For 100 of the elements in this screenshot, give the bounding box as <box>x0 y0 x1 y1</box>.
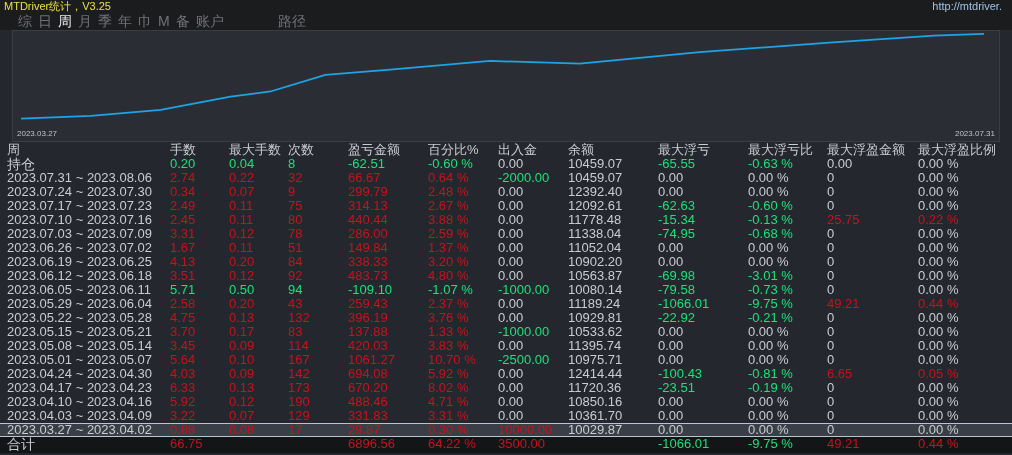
table-cell-text: -0.73 % <box>748 283 794 297</box>
table-cell-text: 10975.71 <box>568 353 624 367</box>
table-cell-text: 0.64 % <box>428 171 470 185</box>
table-cell-text: 0.00 % <box>748 353 790 367</box>
table-cell-text: 2023.07.10 ~ 2023.07.16 <box>7 213 153 227</box>
table-cell-text: -1.07 % <box>428 283 474 297</box>
table-cell-text: 114 <box>288 339 310 353</box>
table-cell-text: 4.13 <box>170 255 197 269</box>
table-cell-text: 0.00 % <box>748 395 790 409</box>
table-cell-text: 0.00 % <box>918 339 960 353</box>
table-cell-text: 3.88 % <box>428 213 470 227</box>
table-cell-text: 49.21 <box>827 297 861 311</box>
table-cell-text: -2000.00 <box>498 171 551 185</box>
table-cell-text: 2.45 <box>170 213 197 227</box>
tab[interactable]: 年 <box>118 13 132 30</box>
table-row[interactable]: 2023.06.12 ~ 2023.06.18 3.51 0.12 92 483.73 4.80 % 0.00 10563.87 -69.98 -3.01 % 0 0.00 % <box>0 269 1012 283</box>
table-cell-text: 2.59 % <box>428 227 470 241</box>
table-cell-text: 0 <box>827 395 836 409</box>
table-cell-text: 3.31 % <box>428 409 470 423</box>
selected-row[interactable]: 2023.03.27 ~ 2023.04.02 0.88 0.08 17 29.87 0.30 % 10000.00 10029.87 0.00 0.00 % 0 0.00 % <box>0 423 1012 437</box>
table-row[interactable]: 2023.05.22 ~ 2023.05.28 4.75 0.13 132 396.19 3.76 % 0.00 10929.81 -22.92 -0.21 % 0 0.00 % <box>0 311 1012 325</box>
table-cell-text: 0 <box>827 171 836 185</box>
axis-label: 2023.03.27 <box>17 129 58 138</box>
table-cell-text: 0.12 <box>229 269 256 283</box>
table-row[interactable]: 2023.07.31 ~ 2023.08.06 2.74 0.22 32 66.67 0.64 % -2000.00 10459.07 0.00 0.00 % 0 0.00 % <box>0 171 1012 185</box>
table-cell-text: 2023.04.24 ~ 2023.04.30 <box>7 367 153 381</box>
tab[interactable]: 综 <box>18 13 32 30</box>
table-cell-text: 5.92 % <box>428 367 470 381</box>
table-cell-text: -0.81 % <box>748 367 794 381</box>
column-header: 次数 <box>288 143 315 157</box>
table-cell-text: 0.00 % <box>918 269 960 283</box>
table-cell-text: 0.10 <box>229 353 256 367</box>
table-row[interactable]: 2023.04.03 ~ 2023.04.09 3.22 0.07 129 331.83 3.31 % 0.00 10361.70 0.00 0.00 % 0 0.00 % <box>0 409 1012 423</box>
table-row[interactable]: 2023.04.10 ~ 2023.04.16 5.92 0.12 190 488.46 4.71 % 0.00 10850.16 0.00 0.00 % 0 0.00 % <box>0 395 1012 409</box>
table-cell-text: -69.98 <box>658 269 696 283</box>
table-cell-text: -109.10 <box>348 283 394 297</box>
tab[interactable]: 季 <box>98 13 112 30</box>
tab[interactable]: 月 <box>78 13 92 30</box>
table-cell-text: 3.51 <box>170 269 197 283</box>
table-cell-text: 持仓 <box>7 157 36 171</box>
table-row[interactable]: 2023.05.15 ~ 2023.05.21 3.70 0.17 83 137.88 1.33 % -1000.00 10533.62 0.00 0.00 % 0 0.00 % <box>0 325 1012 339</box>
table-cell-text: -0.63 % <box>748 157 794 171</box>
table-cell-text: 0 <box>827 269 836 283</box>
table-cell-text: 0.00 <box>658 325 685 339</box>
table-cell-text: 396.19 <box>348 311 389 325</box>
tab[interactable]: M <box>158 13 170 30</box>
table-row[interactable]: 2023.07.24 ~ 2023.07.30 0.34 0.07 9 299.79 2.48 % 0.00 12392.40 0.00 0.00 % 0 0.00 % <box>0 185 1012 199</box>
table-cell-text: -62.63 <box>658 199 696 213</box>
table-cell-text: -2500.00 <box>498 353 551 367</box>
table-row[interactable]: 2023.06.26 ~ 2023.07.02 1.67 0.11 51 149.84 1.37 % 0.00 11052.04 0.00 0.00 % 0 0.00 % <box>0 241 1012 255</box>
table-cell-text: 0.11 <box>229 241 255 255</box>
table-cell-text: 2023.05.15 ~ 2023.05.21 <box>7 325 153 339</box>
table-cell-text: 10361.70 <box>568 409 624 423</box>
table-row[interactable]: 2023.07.03 ~ 2023.07.09 3.31 0.12 78 286.00 2.59 % 0.00 11338.04 -74.95 -0.68 % 0 0.00 % <box>0 227 1012 241</box>
table-cell-text: 0.05 % <box>918 367 960 381</box>
url-link[interactable]: http://mtdriver. <box>932 0 1002 13</box>
tab[interactable]: 巾 <box>138 13 152 30</box>
table-cell-text: 0 <box>827 241 836 255</box>
table-cell-text: 2023.05.01 ~ 2023.05.07 <box>7 353 153 367</box>
table-row[interactable]: 2023.07.10 ~ 2023.07.16 2.45 0.11 80 440.44 3.88 % 0.00 11778.48 -15.34 -0.13 % 25.75 0.22 % <box>0 213 1012 227</box>
table-cell-text: 259.43 <box>348 297 389 311</box>
tab[interactable]: 周 <box>58 13 72 30</box>
table-cell-text: 0.11 <box>229 213 255 227</box>
table-cell-text: 0 <box>827 409 836 423</box>
table-cell-text: 0 <box>827 255 836 269</box>
table-row[interactable]: 2023.04.17 ~ 2023.04.23 6.33 0.13 173 670.20 8.02 % 0.00 11720.36 -23.51 -0.19 % 0 0.00 % <box>0 381 1012 395</box>
tab[interactable]: 路径 <box>277 13 306 30</box>
table-cell-text: 2.49 <box>170 199 197 213</box>
tab[interactable]: 日 <box>38 13 52 30</box>
column-header: 最大浮亏 <box>658 143 711 157</box>
table-cell-text: 2023.07.31 ~ 2023.08.06 <box>7 171 153 185</box>
table-row[interactable]: 2023.04.24 ~ 2023.04.30 4.03 0.09 142 694.08 5.92 % 0.00 12414.44 -100.43 -0.81 % 6.65 0.05 % <box>0 367 1012 381</box>
table-cell-text: 0.00 <box>498 381 525 395</box>
table-row[interactable]: 2023.05.01 ~ 2023.05.07 5.64 0.10 167 1061.27 10.70 % -2500.00 10975.71 0.00 0.00 % 0 0.00 % <box>0 353 1012 367</box>
table-row[interactable]: 2023.06.05 ~ 2023.06.11 5.71 0.50 94 -109.10 -1.07 % -1000.00 10080.14 -79.58 -0.73 % 0 0.00 % <box>0 283 1012 297</box>
table-cell-text: 32 <box>288 171 304 185</box>
table-cell-text: 0.04 <box>229 157 256 171</box>
table-cell-text: 0.00 % <box>748 185 790 199</box>
table-cell-text: 2023.04.17 ~ 2023.04.23 <box>7 381 153 395</box>
table-row[interactable]: 2023.05.08 ~ 2023.05.14 3.45 0.09 114 420.03 3.83 % 0.00 11395.74 0.00 0.00 % 0 0.00 % <box>0 339 1012 353</box>
tab[interactable]: 账户 <box>195 13 224 30</box>
table-cell-text: 0 <box>827 381 836 395</box>
table-cell-text: 0.11 <box>229 199 255 213</box>
table-cell-text: 0.00 <box>658 339 685 353</box>
table-cell-text: 1.37 % <box>428 241 470 255</box>
table-cell-text: 2023.07.24 ~ 2023.07.30 <box>7 185 153 199</box>
table-row[interactable]: 2023.07.17 ~ 2023.07.23 2.49 0.11 75 314.13 2.67 % 0.00 12092.61 -62.63 -0.60 % 0 0.00 % <box>0 199 1012 213</box>
table-cell-text: 5.92 <box>170 395 197 409</box>
table-row[interactable]: 2023.06.19 ~ 2023.06.25 4.13 0.20 84 338.33 3.20 % 0.00 10902.20 0.00 0.00 % 0 0.00 % <box>0 255 1012 269</box>
table-cell-text: 0.00 % <box>748 171 790 185</box>
table-cell-text: 173 <box>288 381 311 395</box>
table-cell-text: 2023.07.03 ~ 2023.07.09 <box>7 227 153 241</box>
table-cell-text: 0.00 % <box>748 255 790 269</box>
table-row[interactable]: 2023.05.29 ~ 2023.06.04 2.58 0.20 43 259.43 2.37 % 0.00 11189.24 -1066.01 -9.75 % 49.21 0.44 % <box>0 297 1012 311</box>
table-cell-text: 51 <box>288 241 304 255</box>
tab[interactable]: 备 <box>175 13 190 30</box>
table-cell-text: 0.12 <box>229 395 256 409</box>
table-cell-text: 0.00 <box>498 269 525 283</box>
table-cell-text: 0 <box>827 199 836 213</box>
table-cell-text: 10459.07 <box>568 157 624 171</box>
